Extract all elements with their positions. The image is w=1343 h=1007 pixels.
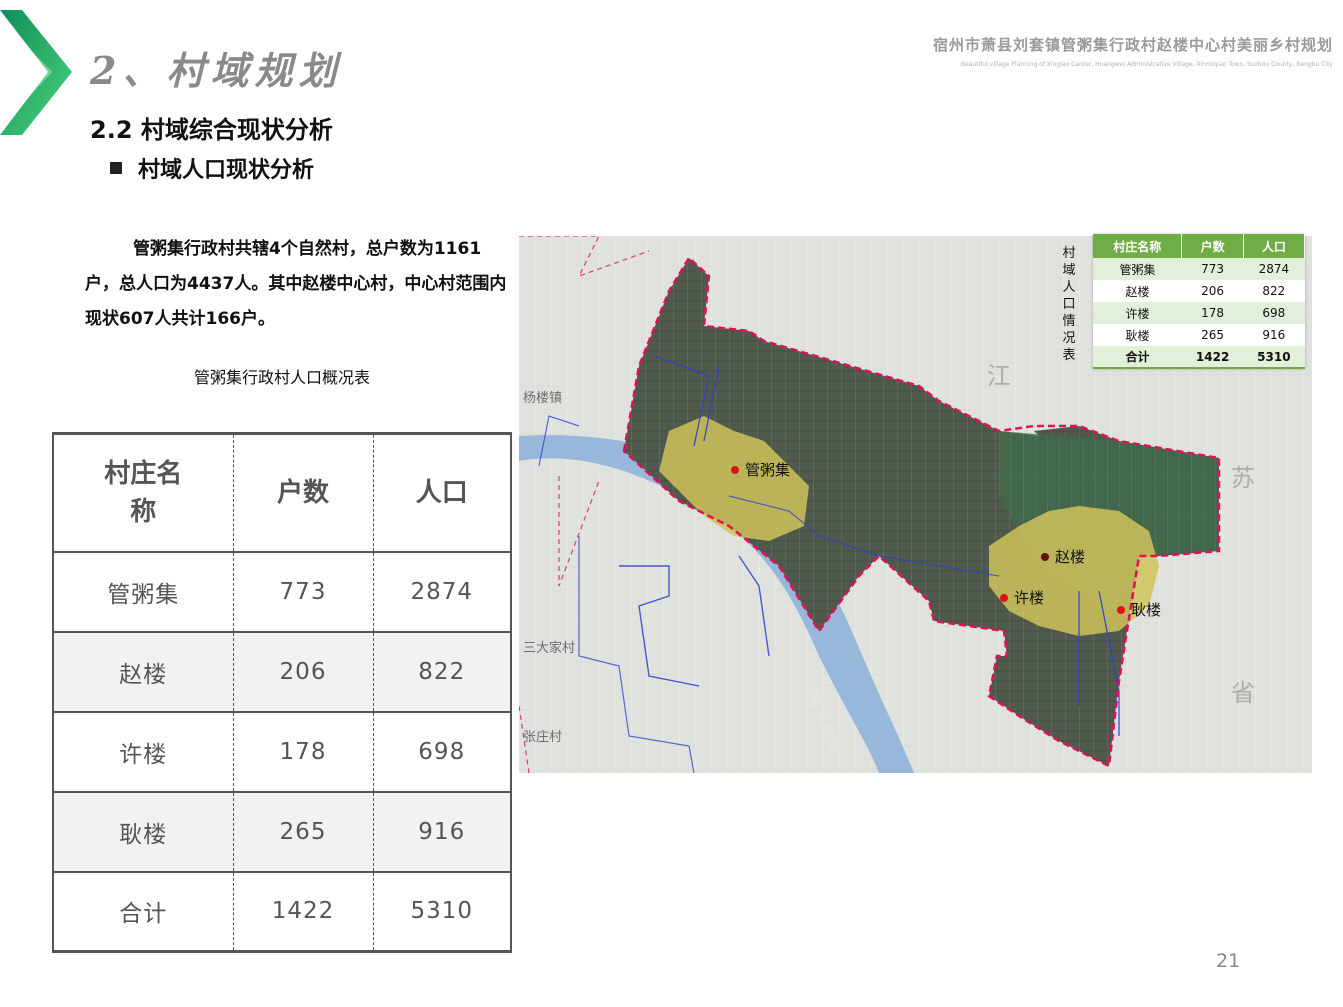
cell-population: 2874: [372, 551, 512, 633]
cell-village: 许楼: [52, 711, 234, 793]
mini-header-village: 村庄名称: [1093, 234, 1183, 258]
cell-population: 698: [372, 711, 512, 793]
table-caption: 管粥集行政村人口概况表: [193, 368, 370, 387]
cell-households: 206: [232, 631, 374, 713]
cell-population: 822: [372, 631, 512, 713]
chevron-arrow-icon: [0, 10, 72, 135]
cell-households: 1422: [232, 871, 374, 953]
location-dot-icon: [1000, 593, 1008, 602]
mini-cell: 698: [1243, 302, 1305, 324]
map-table-vertical-label: 村域人口情况表: [1062, 246, 1076, 363]
table-row: 耿楼 265 916: [52, 791, 512, 873]
mini-cell: 合计: [1093, 346, 1182, 369]
column-header-village: 村庄名称: [52, 433, 234, 553]
location-dot-icon: [731, 465, 739, 474]
cell-population: 5310: [372, 871, 512, 953]
mini-cell: 5310: [1243, 346, 1305, 369]
section-title: 2、村域规划: [90, 48, 343, 93]
mini-cell: 1422: [1181, 346, 1244, 369]
table-row: 管粥集 773 2874: [52, 551, 512, 633]
cell-households: 265: [232, 791, 374, 873]
mini-cell: 许楼: [1093, 302, 1182, 324]
place-label: 三大家村: [523, 641, 576, 656]
mini-cell: 管粥集: [1093, 258, 1182, 280]
mini-table-row: 赵楼 206 822: [1093, 280, 1305, 302]
mini-header-population: 人口: [1243, 234, 1306, 258]
cell-households: 178: [232, 711, 374, 793]
mini-header-households: 户数: [1181, 234, 1244, 258]
project-header: 宿州市萧县刘套镇管粥集行政村赵楼中心村美丽乡村规划 Beautiful vill…: [933, 34, 1333, 68]
mini-table-row: 管粥集 773 2874: [1093, 258, 1305, 280]
map-marker-guanzhouji: 管粥集: [731, 459, 790, 480]
place-label: 张庄村: [523, 730, 563, 745]
table-row-total: 合计 1422 5310: [52, 871, 512, 953]
mini-cell: 178: [1181, 302, 1244, 324]
location-dot-icon: [1117, 605, 1125, 614]
mini-cell: 206: [1181, 280, 1244, 302]
page-number: 21: [1216, 950, 1241, 972]
table-row: 许楼 178 698: [52, 711, 512, 793]
project-title-cn: 宿州市萧县刘套镇管粥集行政村赵楼中心村美丽乡村规划: [932, 36, 1333, 54]
region-label: 苏: [1231, 464, 1255, 492]
cell-village: 耿楼: [52, 791, 234, 873]
mini-cell: 赵楼: [1093, 280, 1182, 302]
column-header-households: 户数: [232, 433, 374, 553]
cell-village: 赵楼: [52, 631, 234, 713]
description-paragraph: 管粥集行政村共辖4个自然村，总户数为1161户，总人口为4437人。其中赵楼中心…: [85, 239, 507, 329]
map-marker-genglou: 耿楼: [1117, 599, 1161, 620]
mini-cell: 773: [1181, 258, 1244, 280]
mini-cell: 2874: [1243, 258, 1305, 280]
mini-cell: 822: [1243, 280, 1305, 302]
cell-village: 管粥集: [52, 551, 234, 633]
map-marker-zhaolou: 赵楼: [1041, 546, 1085, 567]
mini-cell: 916: [1243, 324, 1305, 346]
bullet-title: 村域人口现状分析: [138, 158, 315, 183]
cell-households: 773: [232, 551, 374, 633]
square-bullet-icon: [110, 162, 122, 174]
cell-population: 916: [372, 791, 512, 873]
location-dot-icon: [1041, 552, 1049, 561]
place-label: 杨楼镇: [523, 391, 563, 406]
region-label: 省: [1231, 679, 1255, 707]
region-label: 江: [987, 362, 1011, 390]
column-header-population: 人口: [372, 433, 512, 553]
cell-village: 合计: [52, 871, 234, 953]
table-row: 赵楼 206 822: [52, 631, 512, 713]
mini-table-row-total: 合计 1422 5310: [1093, 346, 1305, 369]
project-title-en: Beautiful village Planning of Xingiao Ce…: [960, 61, 1333, 68]
subsection-title: 2.2 村域综合现状分析: [90, 116, 333, 144]
map-population-table: 村庄名称 户数 人口 管粥集 773 2874 赵楼 206 822 许楼 17…: [1093, 234, 1306, 369]
mini-cell: 265: [1181, 324, 1244, 346]
bullet-heading: 村域人口现状分析: [110, 152, 314, 184]
map-marker-xulou: 许楼: [1000, 587, 1044, 608]
population-table: 村庄名称 户数 人口 管粥集 773 2874 赵楼 206 822 许楼 17…: [52, 432, 512, 953]
mini-cell: 耿楼: [1093, 324, 1182, 346]
mini-table-row: 耿楼 265 916: [1093, 324, 1305, 346]
mini-table-row: 许楼 178 698: [1093, 302, 1305, 324]
